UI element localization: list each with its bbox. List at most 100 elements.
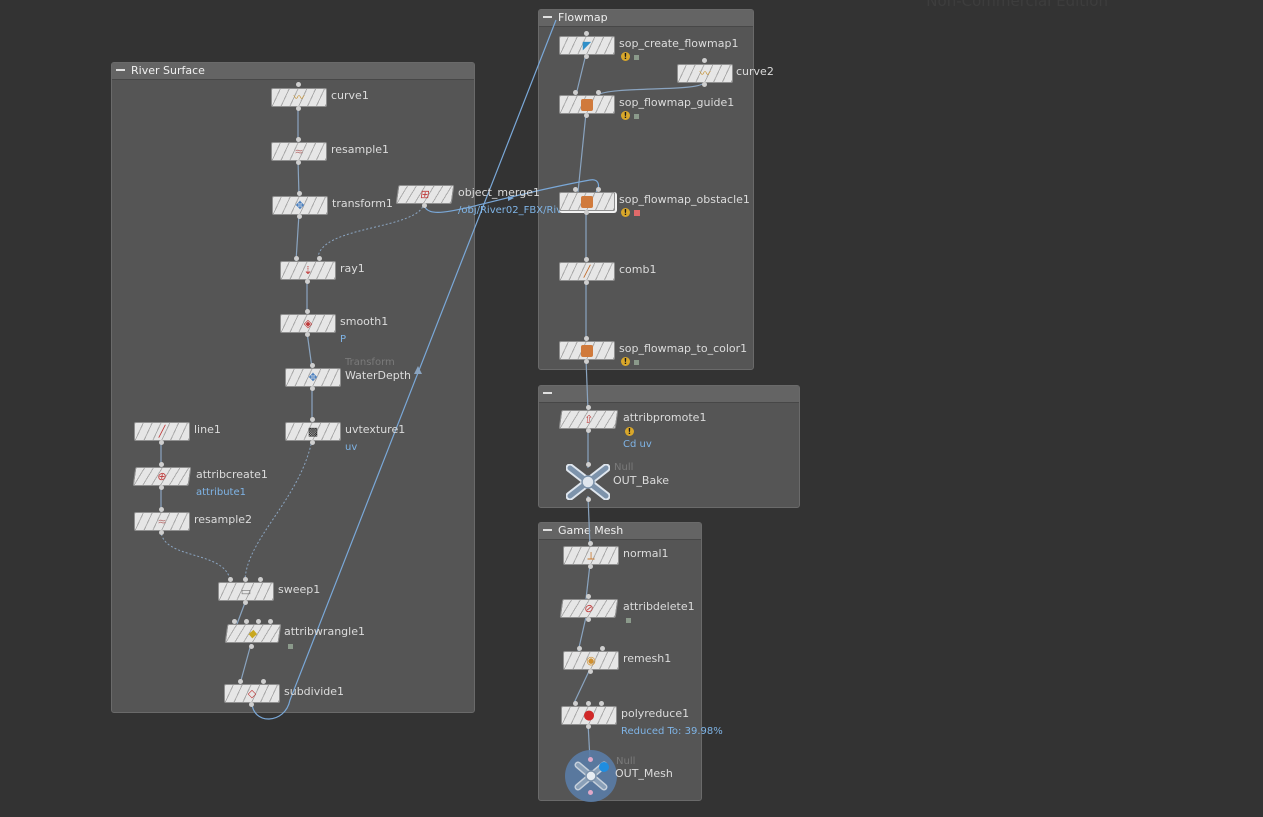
lock-icon[interactable] (634, 210, 640, 216)
node-tile[interactable]: ✥ (285, 368, 341, 387)
output-port[interactable] (305, 332, 310, 337)
warning-icon[interactable]: ! (621, 357, 630, 366)
node-tile[interactable]: ≈ (271, 142, 327, 161)
node-tile[interactable]: ⇧ (558, 410, 619, 429)
node-tile[interactable] (559, 341, 615, 360)
node-tile[interactable]: ◉ (563, 651, 619, 670)
input-port[interactable] (588, 757, 593, 762)
output-port[interactable] (586, 724, 591, 729)
input-port[interactable] (702, 58, 707, 63)
input-port[interactable] (310, 417, 315, 422)
node-tile[interactable] (559, 95, 615, 114)
input-port[interactable] (159, 507, 164, 512)
output-port[interactable] (310, 440, 315, 445)
input-port[interactable] (228, 577, 233, 582)
input-port[interactable] (159, 462, 164, 467)
output-port[interactable] (588, 669, 593, 674)
output-port[interactable] (296, 106, 301, 111)
output-port[interactable] (584, 359, 589, 364)
network-box-header[interactable] (539, 386, 799, 403)
node-tile[interactable]: ╱ (134, 422, 190, 441)
input-port[interactable] (294, 256, 299, 261)
input-port[interactable] (310, 363, 315, 368)
input-port[interactable] (244, 619, 249, 624)
collapse-icon[interactable] (543, 529, 552, 531)
output-port[interactable] (586, 428, 591, 433)
output-port[interactable] (310, 386, 315, 391)
output-port[interactable] (584, 210, 589, 215)
output-port[interactable] (702, 82, 707, 87)
input-port[interactable] (586, 405, 591, 410)
output-port[interactable] (422, 203, 427, 208)
warning-icon[interactable]: ! (621, 111, 630, 120)
input-port[interactable] (596, 90, 601, 95)
node-tile[interactable]: ⊞ (395, 185, 455, 204)
input-port[interactable] (296, 82, 301, 87)
input-port[interactable] (297, 191, 302, 196)
node-tile[interactable]: 〰 (677, 64, 733, 83)
output-port[interactable] (243, 600, 248, 605)
input-port[interactable] (599, 701, 604, 706)
input-port[interactable] (586, 594, 591, 599)
node-out-mesh[interactable]: Null OUT_Mesh (564, 749, 673, 806)
node-tile[interactable]: ⇣ (280, 261, 336, 280)
output-port[interactable] (588, 790, 593, 795)
network-box-header[interactable]: Game Mesh (539, 523, 701, 540)
input-port[interactable] (600, 646, 605, 651)
output-port[interactable] (586, 497, 591, 502)
node-tile[interactable]: ▩ (285, 422, 341, 441)
node-tile[interactable]: ╱ (559, 262, 615, 281)
collapse-icon[interactable] (543, 16, 552, 18)
input-port[interactable] (584, 257, 589, 262)
output-port[interactable] (584, 113, 589, 118)
input-port[interactable] (596, 187, 601, 192)
input-port[interactable] (586, 701, 591, 706)
warning-icon[interactable]: ! (621, 208, 630, 217)
output-port[interactable] (296, 160, 301, 165)
input-port[interactable] (256, 619, 261, 624)
node-tile[interactable]: ≈ (134, 512, 190, 531)
warning-icon[interactable]: ! (621, 52, 630, 61)
node-tile[interactable]: ⊘ (559, 599, 619, 618)
input-port[interactable] (573, 701, 578, 706)
input-port[interactable] (573, 187, 578, 192)
output-port[interactable] (297, 214, 302, 219)
node-tile[interactable]: ● (561, 706, 617, 725)
node-tile[interactable]: ◇ (224, 684, 280, 703)
node-tile[interactable] (559, 192, 615, 211)
collapse-icon[interactable] (116, 69, 125, 71)
output-port[interactable] (159, 440, 164, 445)
network-box-header[interactable]: Flowmap (539, 10, 753, 27)
output-port[interactable] (159, 485, 164, 490)
output-port[interactable] (249, 644, 254, 649)
input-port[interactable] (584, 336, 589, 341)
output-port[interactable] (588, 564, 593, 569)
input-port[interactable] (577, 646, 582, 651)
input-port[interactable] (586, 462, 591, 467)
output-port[interactable] (249, 702, 254, 707)
output-port[interactable] (305, 279, 310, 284)
output-port[interactable] (584, 54, 589, 59)
node-tile[interactable]: ◈ (280, 314, 336, 333)
input-port[interactable] (588, 541, 593, 546)
input-port[interactable] (317, 256, 322, 261)
network-box-header[interactable]: River Surface (112, 63, 474, 80)
input-port[interactable] (268, 619, 273, 624)
node-out-bake[interactable]: Null OUT_Bake (565, 462, 669, 503)
node-tile[interactable]: ▭ (218, 582, 274, 601)
node-tile[interactable]: 〰 (271, 88, 327, 107)
input-port[interactable] (584, 31, 589, 36)
warning-icon[interactable]: ! (625, 427, 634, 436)
node-tile[interactable]: ⊕ (132, 467, 192, 486)
input-port[interactable] (305, 309, 310, 314)
input-port[interactable] (238, 679, 243, 684)
node-tile[interactable]: ◆ (224, 624, 282, 643)
input-port[interactable] (261, 679, 266, 684)
input-port[interactable] (243, 577, 248, 582)
node-tile[interactable]: ⟂ (563, 546, 619, 565)
output-port[interactable] (584, 280, 589, 285)
null-icon[interactable] (565, 463, 611, 501)
input-port[interactable] (296, 137, 301, 142)
node-tile[interactable]: ✥ (272, 196, 328, 215)
output-port[interactable] (159, 530, 164, 535)
